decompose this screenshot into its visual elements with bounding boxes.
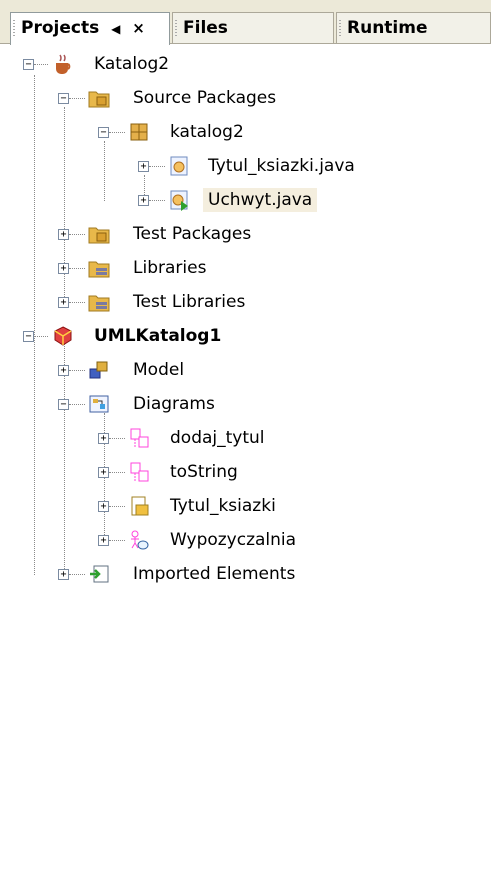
tree-guide-line: [64, 343, 65, 575]
tree-connector: [34, 336, 48, 337]
expand-toggle[interactable]: +: [58, 297, 69, 308]
node-tostring[interactable]: toString: [170, 460, 238, 484]
tree-guide-line: [104, 141, 105, 201]
node-katalog2[interactable]: Katalog2: [94, 52, 169, 76]
sequence-diagram-icon: [130, 462, 149, 482]
tree-connector: [34, 64, 48, 65]
tree-connector: [109, 132, 125, 133]
tree-connector: [109, 506, 125, 507]
use-case-diagram-icon: [131, 530, 149, 550]
test-libraries-folder-icon: [88, 295, 110, 312]
tree-connector: [69, 574, 85, 575]
collapse-toggle[interactable]: −: [58, 93, 69, 104]
expand-toggle[interactable]: +: [98, 467, 109, 478]
node-tytul-ksiazki[interactable]: Tytul_ksiazki: [170, 494, 276, 518]
tree-connector: [109, 540, 125, 541]
node-uchwyt-java[interactable]: Uchwyt.java: [203, 188, 318, 212]
test-packages-folder-icon: [88, 227, 110, 244]
tree-guide-line: [64, 107, 65, 307]
tab-projects[interactable]: Projects ◀ ×: [10, 12, 170, 45]
model-icon: [89, 361, 108, 379]
tab-bar: Projects ◀ × Files Runtime: [0, 0, 491, 45]
tab-runtime-label: Runtime: [347, 18, 428, 38]
node-libraries[interactable]: Libraries: [133, 256, 206, 280]
class-diagram-icon: [131, 496, 149, 516]
node-wypozyczalnia[interactable]: Wypozyczalnia: [170, 528, 296, 552]
tab-files[interactable]: Files: [172, 12, 334, 44]
tree-connector: [69, 404, 85, 405]
node-dodaj-tytul[interactable]: dodaj_tytul: [170, 426, 265, 450]
source-packages-folder-icon: [88, 91, 110, 108]
sequence-diagram-icon: [130, 428, 149, 448]
tree-connector: [149, 200, 165, 201]
expand-toggle[interactable]: +: [138, 195, 149, 206]
close-icon[interactable]: ×: [132, 19, 145, 37]
node-source-packages[interactable]: Source Packages: [133, 86, 276, 110]
node-tytul-java[interactable]: Tytul_ksiazki.java: [208, 154, 355, 178]
tab-grip: [339, 20, 341, 37]
expand-toggle[interactable]: +: [98, 535, 109, 546]
tree-connector: [69, 98, 85, 99]
tree-guide-line: [34, 75, 35, 575]
tree-connector: [149, 166, 165, 167]
expand-toggle[interactable]: +: [58, 365, 69, 376]
package-icon: [130, 123, 148, 141]
expand-toggle[interactable]: +: [58, 569, 69, 580]
tree-connector: [69, 370, 85, 371]
expand-toggle[interactable]: +: [58, 263, 69, 274]
tab-projects-label: Projects: [21, 18, 100, 38]
collapse-toggle[interactable]: −: [23, 331, 34, 342]
expand-toggle[interactable]: +: [138, 161, 149, 172]
expand-toggle[interactable]: +: [98, 501, 109, 512]
tree-connector: [69, 268, 85, 269]
diagrams-folder-icon: [89, 395, 109, 413]
node-imported-elements[interactable]: Imported Elements: [133, 562, 295, 586]
project-tree[interactable]: − Katalog2 − Source Packages − katalog2 …: [0, 45, 491, 883]
tab-grip: [175, 20, 177, 37]
node-diagrams[interactable]: Diagrams: [133, 392, 215, 416]
tab-files-label: Files: [183, 18, 228, 38]
node-test-libraries[interactable]: Test Libraries: [133, 290, 245, 314]
node-uml-katalog1[interactable]: UMLKatalog1: [94, 324, 221, 348]
tree-connector: [109, 438, 125, 439]
libraries-folder-icon: [88, 261, 110, 278]
node-package-katalog2[interactable]: katalog2: [170, 120, 244, 144]
imported-elements-icon: [90, 565, 109, 583]
collapse-toggle[interactable]: −: [58, 399, 69, 410]
java-main-file-icon: [170, 190, 188, 211]
tab-runtime[interactable]: Runtime: [336, 12, 491, 44]
tree-connector: [69, 234, 85, 235]
collapse-toggle[interactable]: −: [23, 59, 34, 70]
tab-grip: [13, 20, 15, 37]
minimize-icon[interactable]: ◀: [111, 22, 120, 36]
tree-connector: [109, 472, 125, 473]
node-model[interactable]: Model: [133, 358, 184, 382]
tree-connector: [69, 302, 85, 303]
expand-toggle[interactable]: +: [98, 433, 109, 444]
expand-toggle[interactable]: +: [58, 229, 69, 240]
collapse-toggle[interactable]: −: [98, 127, 109, 138]
java-project-icon: [56, 54, 71, 74]
node-test-packages[interactable]: Test Packages: [133, 222, 251, 246]
uml-project-icon: [54, 326, 72, 346]
java-file-icon: [170, 156, 188, 176]
